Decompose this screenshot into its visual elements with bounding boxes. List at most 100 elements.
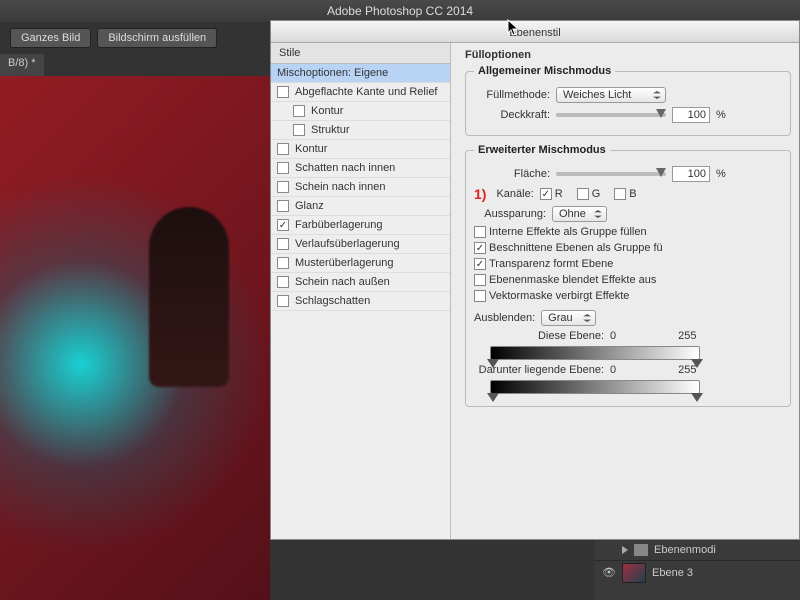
styles-header: Stile xyxy=(271,43,450,64)
checkbox-icon[interactable] xyxy=(277,181,289,193)
checkbox-vector-hides[interactable] xyxy=(474,290,486,302)
fill-options-header: Füllоptionen xyxy=(465,49,791,61)
layers-panel: Ebenenmodi Ebene 3 xyxy=(594,540,800,600)
checkbox-interior[interactable] xyxy=(474,226,486,238)
checkbox-icon xyxy=(540,188,552,200)
checkbox-icon xyxy=(577,188,589,200)
opt-interior-label: Interne Effekte als Gruppe füllen xyxy=(489,226,647,238)
layer-group-name: Ebenenmodi xyxy=(654,544,716,556)
layer-row[interactable]: Ebene 3 xyxy=(594,561,800,585)
checkbox-icon[interactable] xyxy=(277,295,289,307)
blend-mode-select[interactable]: Weiches Licht xyxy=(556,87,666,103)
checkbox-icon[interactable] xyxy=(277,257,289,269)
checkbox-clipped[interactable] xyxy=(474,242,486,254)
knockout-label: Aussparung: xyxy=(474,208,546,220)
style-gradient-overlay[interactable]: Verlaufsüberlagerung xyxy=(271,235,450,254)
checkbox-icon[interactable] xyxy=(277,276,289,288)
slider-handle-icon[interactable] xyxy=(691,359,703,368)
style-texture-sub-label: Struktur xyxy=(311,124,350,136)
style-stroke[interactable]: Kontur xyxy=(271,140,450,159)
style-bevel-label: Abgeflachte Kante und Relief xyxy=(295,86,438,98)
style-contour-sub[interactable]: Kontur xyxy=(271,102,450,121)
channel-b[interactable]: B xyxy=(614,188,636,200)
styles-list: Stile Mischoptionen: Eigene Abgeflachte … xyxy=(271,43,451,539)
style-inner-glow[interactable]: Schein nach innen xyxy=(271,178,450,197)
style-satin-label: Glanz xyxy=(295,200,324,212)
advanced-blend-legend: Erweiterter Mischmodus xyxy=(474,144,610,156)
layer-style-dialog: Ebenenstil Stile Mischoptionen: Eigene A… xyxy=(270,20,800,540)
checkbox-mask-hides[interactable] xyxy=(474,274,486,286)
checkbox-icon[interactable] xyxy=(277,143,289,155)
fill-slider[interactable] xyxy=(556,172,666,176)
style-texture-sub[interactable]: Struktur xyxy=(271,121,450,140)
opacity-label: Deckkraft: xyxy=(474,109,550,121)
checkbox-icon[interactable] xyxy=(293,124,305,136)
channels-label: Kanäle: xyxy=(496,188,533,200)
opt-transparency-label: Transparenz formt Ebene xyxy=(489,258,613,270)
underlying-min: 0 xyxy=(610,364,616,376)
style-blend-options[interactable]: Mischoptionen: Eigene xyxy=(271,64,450,83)
app-title-bar: Adobe Photoshop CC 2014 xyxy=(0,0,800,22)
percent-label: % xyxy=(716,109,730,121)
slider-handle-icon[interactable] xyxy=(691,393,703,402)
checkbox-transparency[interactable] xyxy=(474,258,486,270)
opacity-slider[interactable] xyxy=(556,113,666,117)
style-contour-sub-label: Kontur xyxy=(311,105,343,117)
style-satin[interactable]: Glanz xyxy=(271,197,450,216)
style-drop-shadow[interactable]: Schlagschatten xyxy=(271,292,450,311)
style-color-overlay-label: Farbüberlagerung xyxy=(295,219,382,231)
opt-clipped-label: Beschnittene Ebenen als Gruppe fü xyxy=(489,242,663,254)
percent-label: % xyxy=(716,168,730,180)
style-inner-shadow[interactable]: Schatten nach innen xyxy=(271,159,450,178)
checkbox-icon[interactable] xyxy=(277,238,289,250)
options-panel: Füllоptionen Allgemeiner Mischmodus Füll… xyxy=(451,43,799,539)
checkbox-icon xyxy=(614,188,626,200)
slider-handle-icon[interactable] xyxy=(487,359,499,368)
toolbar-top: Ganzes Bild Bildschirm ausfüllen xyxy=(0,24,227,52)
general-blend-legend: Allgemeiner Mischmodus xyxy=(474,65,615,77)
opt-vector-hides-label: Vektormaske verbirgt Effekte xyxy=(489,290,629,302)
style-color-overlay[interactable]: Farbüberlagerung xyxy=(271,216,450,235)
this-layer-gradient[interactable] xyxy=(490,346,700,360)
fill-input[interactable]: 100 xyxy=(672,166,710,182)
style-bevel-emboss[interactable]: Abgeflachte Kante und Relief xyxy=(271,83,450,102)
underlying-gradient[interactable] xyxy=(490,380,700,394)
layer-name: Ebene 3 xyxy=(652,567,693,579)
disclosure-triangle-icon[interactable] xyxy=(622,546,628,554)
style-pattern-overlay[interactable]: Musterüberlagerung xyxy=(271,254,450,273)
blendif-label: Ausblenden: xyxy=(474,312,535,324)
checkbox-icon[interactable] xyxy=(277,219,289,231)
fill-opacity-label: Fläche: xyxy=(474,168,550,180)
this-layer-label: Diese Ebene: xyxy=(474,330,604,342)
annotation-marker-1: 1) xyxy=(474,186,486,202)
advanced-blend-group: Erweiterter Mischmodus Fläche: 100 % 1) … xyxy=(465,144,791,407)
style-outer-glow[interactable]: Schein nach außen xyxy=(271,273,450,292)
folder-icon xyxy=(634,544,648,556)
channel-b-label: B xyxy=(629,188,636,200)
this-layer-min: 0 xyxy=(610,330,616,342)
this-layer-max: 255 xyxy=(678,330,696,342)
layer-thumbnail[interactable] xyxy=(622,563,646,583)
channel-r[interactable]: R xyxy=(540,188,563,200)
checkbox-icon[interactable] xyxy=(293,105,305,117)
blendif-select[interactable]: Grau xyxy=(541,310,596,326)
opacity-input[interactable]: 100 xyxy=(672,107,710,123)
document-tab[interactable]: B/8) * xyxy=(0,54,44,76)
style-pattern-overlay-label: Musterüberlagerung xyxy=(295,257,393,269)
visibility-eye-icon[interactable] xyxy=(602,566,616,580)
slider-handle-icon[interactable] xyxy=(487,393,499,402)
channel-g[interactable]: G xyxy=(577,188,601,200)
dialog-title: Ebenenstil xyxy=(271,21,799,43)
cursor-icon xyxy=(507,19,521,37)
fill-screen-button[interactable]: Bildschirm ausfüllen xyxy=(97,28,217,48)
checkbox-icon[interactable] xyxy=(277,86,289,98)
checkbox-icon[interactable] xyxy=(277,200,289,212)
channel-g-label: G xyxy=(592,188,601,200)
knockout-select[interactable]: Ohne xyxy=(552,206,607,222)
style-blend-options-label: Mischoptionen: Eigene xyxy=(277,67,388,79)
canvas-preview[interactable] xyxy=(0,76,270,600)
style-inner-shadow-label: Schatten nach innen xyxy=(295,162,395,174)
checkbox-icon[interactable] xyxy=(277,162,289,174)
fit-image-button[interactable]: Ganzes Bild xyxy=(10,28,91,48)
layer-group-row[interactable]: Ebenenmodi xyxy=(594,540,800,561)
